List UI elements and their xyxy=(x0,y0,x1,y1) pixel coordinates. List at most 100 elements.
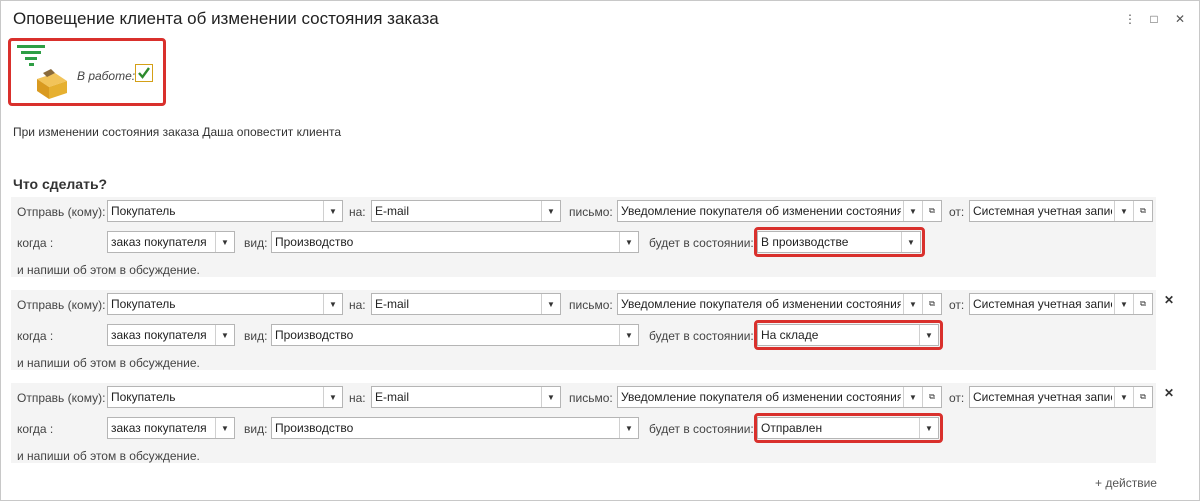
sender-value: Системная учетная запис xyxy=(973,297,1112,311)
open-icon[interactable]: ⧉ xyxy=(922,294,941,314)
chevron-down-icon[interactable]: ▼ xyxy=(1114,387,1133,407)
when-value: заказ покупателя xyxy=(111,328,207,342)
channel-label: на: xyxy=(349,391,366,405)
letter-value: Уведомление покупателя об изменении сост… xyxy=(621,297,901,311)
sender-value: Системная учетная запис xyxy=(973,204,1112,218)
state-highlight xyxy=(754,413,943,443)
section-title: Что сделать? xyxy=(13,176,108,192)
sender-label: от: xyxy=(949,391,965,405)
state-highlight xyxy=(754,320,943,350)
chevron-down-icon[interactable]: ▼ xyxy=(903,387,922,407)
when-value: заказ покупателя xyxy=(111,421,207,435)
channel-value: E-mail xyxy=(375,297,410,311)
letter-value: Уведомление покупателя об изменении сост… xyxy=(621,390,901,404)
when-label: когда : xyxy=(17,236,54,250)
send-to-label: Отправь (кому): xyxy=(17,391,106,405)
letter-select[interactable]: Уведомление покупателя об изменении сост… xyxy=(617,386,942,408)
maximize-icon[interactable]: □ xyxy=(1146,11,1162,27)
kind-select[interactable]: Производство ▼ xyxy=(271,231,639,253)
rule-description: При изменении состояния заказа Даша опов… xyxy=(13,125,342,139)
when-select[interactable]: заказ покупателя ▼ xyxy=(107,324,235,346)
in-work-label: В работе: xyxy=(77,69,136,83)
action-rule: Отправь (кому): Покупатель ▼ на: E-mail … xyxy=(11,197,1156,277)
state-label: будет в состоянии: xyxy=(649,329,754,343)
recipient-select[interactable]: Покупатель ▼ xyxy=(107,293,343,315)
letter-value: Уведомление покупателя об изменении сост… xyxy=(621,204,901,218)
sender-value: Системная учетная запис xyxy=(973,390,1112,404)
checkmark-icon xyxy=(138,67,150,79)
when-label: когда : xyxy=(17,329,54,343)
sender-select[interactable]: Системная учетная запис ▼ ⧉ xyxy=(969,293,1153,315)
channel-value: E-mail xyxy=(375,390,410,404)
open-icon[interactable]: ⧉ xyxy=(1133,201,1152,221)
recipient-value: Покупатель xyxy=(111,204,176,218)
channel-select[interactable]: E-mail ▼ xyxy=(371,386,561,408)
chevron-down-icon[interactable]: ▼ xyxy=(215,325,234,345)
remove-rule-icon[interactable]: ✕ xyxy=(1164,386,1174,400)
state-label: будет в состоянии: xyxy=(649,422,754,436)
discussion-note: и напиши об этом в обсуждение. xyxy=(17,356,200,370)
chevron-down-icon[interactable]: ▼ xyxy=(903,294,922,314)
kind-label: вид: xyxy=(244,422,268,436)
kind-select[interactable]: Производство ▼ xyxy=(271,417,639,439)
kind-label: вид: xyxy=(244,236,268,250)
channel-select[interactable]: E-mail ▼ xyxy=(371,200,561,222)
action-rule: Отправь (кому): Покупатель ▼ на: E-mail … xyxy=(11,290,1156,370)
add-action-link[interactable]: + действие xyxy=(1095,476,1157,490)
when-select[interactable]: заказ покупателя ▼ xyxy=(107,231,235,253)
open-icon[interactable]: ⧉ xyxy=(1133,294,1152,314)
kind-value: Производство xyxy=(275,235,354,249)
channel-label: на: xyxy=(349,205,366,219)
state-highlight xyxy=(754,227,925,257)
chevron-down-icon[interactable]: ▼ xyxy=(215,232,234,252)
kind-label: вид: xyxy=(244,329,268,343)
in-work-checkbox[interactable] xyxy=(135,64,153,82)
dialog-window: Оповещение клиента об изменении состояни… xyxy=(0,0,1200,501)
discussion-note: и напиши об этом в обсуждение. xyxy=(17,449,200,463)
chevron-down-icon[interactable]: ▼ xyxy=(215,418,234,438)
chevron-down-icon[interactable]: ▼ xyxy=(541,294,560,314)
sender-label: от: xyxy=(949,205,965,219)
action-rule: Отправь (кому): Покупатель ▼ на: E-mail … xyxy=(11,383,1156,463)
sender-select[interactable]: Системная учетная запис ▼ ⧉ xyxy=(969,386,1153,408)
more-menu-icon[interactable]: ⋮ xyxy=(1122,11,1138,27)
chevron-down-icon[interactable]: ▼ xyxy=(1114,294,1133,314)
chevron-down-icon[interactable]: ▼ xyxy=(323,294,342,314)
open-icon[interactable]: ⧉ xyxy=(922,387,941,407)
kind-select[interactable]: Производство ▼ xyxy=(271,324,639,346)
channel-value: E-mail xyxy=(375,204,410,218)
kind-value: Производство xyxy=(275,328,354,342)
open-icon[interactable]: ⧉ xyxy=(1133,387,1152,407)
window-title: Оповещение клиента об изменении состояни… xyxy=(13,9,439,28)
sender-select[interactable]: Системная учетная запис ▼ ⧉ xyxy=(969,200,1153,222)
chevron-down-icon[interactable]: ▼ xyxy=(323,201,342,221)
recipient-value: Покупатель xyxy=(111,297,176,311)
send-to-label: Отправь (кому): xyxy=(17,298,106,312)
sender-label: от: xyxy=(949,298,965,312)
when-select[interactable]: заказ покупателя ▼ xyxy=(107,417,235,439)
close-icon[interactable]: ✕ xyxy=(1172,11,1188,27)
chevron-down-icon[interactable]: ▼ xyxy=(903,201,922,221)
chevron-down-icon[interactable]: ▼ xyxy=(541,201,560,221)
state-label: будет в состоянии: xyxy=(649,236,754,250)
channel-select[interactable]: E-mail ▼ xyxy=(371,293,561,315)
send-to-label: Отправь (кому): xyxy=(17,205,106,219)
when-value: заказ покупателя xyxy=(111,235,207,249)
recipient-select[interactable]: Покупатель ▼ xyxy=(107,200,343,222)
letter-label: письмо: xyxy=(569,205,613,219)
chevron-down-icon[interactable]: ▼ xyxy=(323,387,342,407)
recipient-select[interactable]: Покупатель ▼ xyxy=(107,386,343,408)
letter-select[interactable]: Уведомление покупателя об изменении сост… xyxy=(617,293,942,315)
letter-label: письмо: xyxy=(569,298,613,312)
chevron-down-icon[interactable]: ▼ xyxy=(619,232,638,252)
chevron-down-icon[interactable]: ▼ xyxy=(1114,201,1133,221)
recipient-value: Покупатель xyxy=(111,390,176,404)
remove-rule-icon[interactable]: ✕ xyxy=(1164,293,1174,307)
chevron-down-icon[interactable]: ▼ xyxy=(541,387,560,407)
open-icon[interactable]: ⧉ xyxy=(922,201,941,221)
chevron-down-icon[interactable]: ▼ xyxy=(619,325,638,345)
channel-label: на: xyxy=(349,298,366,312)
letter-select[interactable]: Уведомление покупателя об изменении сост… xyxy=(617,200,942,222)
assistant-logo-icon xyxy=(17,45,67,99)
chevron-down-icon[interactable]: ▼ xyxy=(619,418,638,438)
